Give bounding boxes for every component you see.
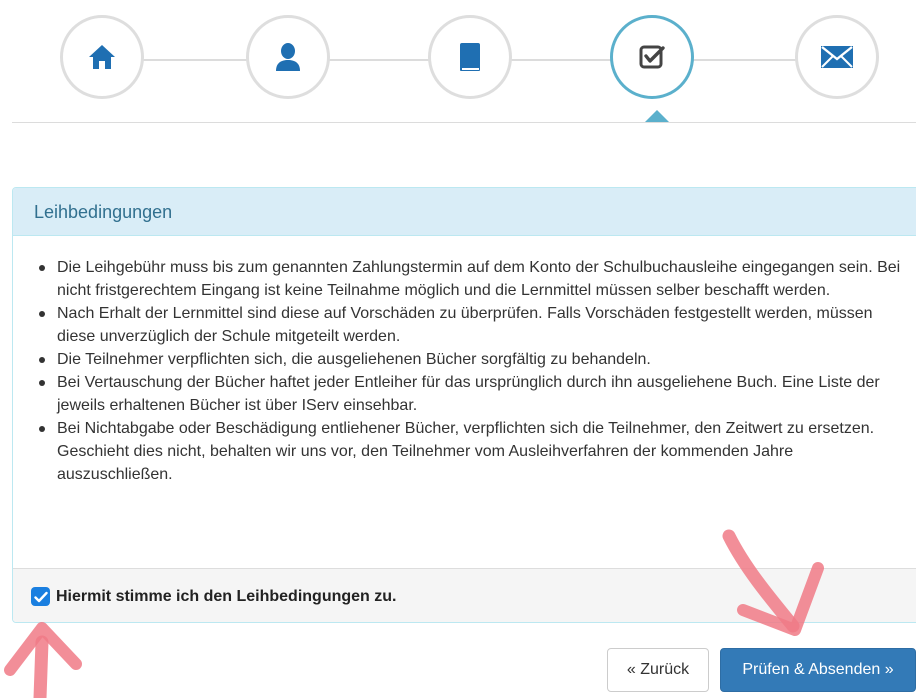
home-icon [87, 42, 117, 72]
step-book[interactable] [428, 15, 512, 99]
terms-body: Die Leihgebühr muss bis zum genannten Za… [13, 236, 916, 486]
step-home[interactable] [60, 15, 144, 99]
step-mail[interactable] [795, 15, 879, 99]
agree-label[interactable]: Hiermit stimme ich den Leihbedingungen z… [56, 588, 396, 606]
submit-button[interactable]: Prüfen & Absenden » [720, 648, 916, 692]
terms-item: Nach Erhalt der Lernmittel sind diese au… [39, 302, 909, 348]
terms-item: Die Leihgebühr muss bis zum genannten Za… [39, 256, 909, 302]
terms-item: Die Teilnehmer verpflichten sich, die au… [39, 348, 909, 371]
envelope-icon [820, 44, 854, 70]
agree-checkbox[interactable] [31, 587, 50, 606]
user-icon [273, 41, 303, 73]
checkmark-icon [33, 591, 48, 602]
terms-list: Die Leihgebühr muss bis zum genannten Za… [36, 256, 909, 486]
terms-panel: Leihbedingungen Die Leihgebühr muss bis … [12, 187, 916, 623]
agree-row[interactable]: Hiermit stimme ich den Leihbedingungen z… [13, 568, 916, 622]
book-icon [457, 41, 483, 73]
check-square-icon [638, 43, 666, 71]
back-button[interactable]: « Zurück [607, 648, 709, 692]
terms-item: Bei Nichtabgabe oder Beschädigung entlie… [39, 417, 909, 486]
annotation-arrow-icon [4, 622, 82, 698]
step-check[interactable] [610, 15, 694, 99]
stepper-divider [12, 122, 916, 123]
panel-title: Leihbedingungen [13, 188, 916, 236]
progress-stepper [0, 0, 916, 125]
terms-item: Bei Vertauschung der Bücher haftet jeder… [39, 371, 909, 417]
step-person[interactable] [246, 15, 330, 99]
